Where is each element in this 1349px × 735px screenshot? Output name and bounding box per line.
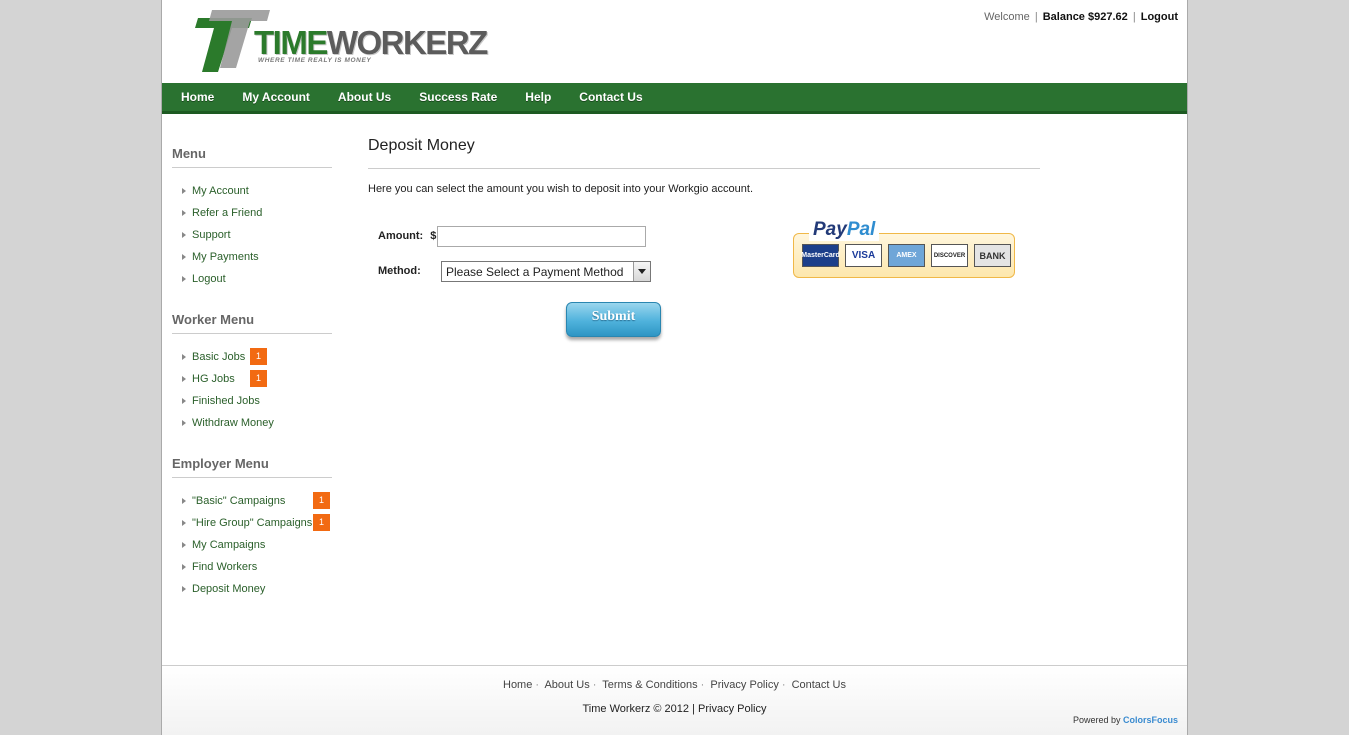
page-container: TIMEWORKERZ WHERE TIME REALY IS MONEY We… xyxy=(161,0,1188,735)
employer-item-my-campaigns[interactable]: My Campaigns xyxy=(172,534,332,556)
menu-item-support[interactable]: Support xyxy=(172,224,332,246)
count-badge: 1 xyxy=(313,514,330,531)
nav-home[interactable]: Home xyxy=(181,90,214,104)
amount-input[interactable] xyxy=(437,226,646,247)
mastercard-icon: MasterCard xyxy=(801,244,840,267)
copyright: Time Workerz © 2012 | Privacy Policy xyxy=(582,703,767,715)
nav-my-account[interactable]: My Account xyxy=(242,90,310,104)
main-content: Deposit Money Here you can select the am… xyxy=(368,137,1040,337)
worker-menu-heading: Worker Menu xyxy=(172,312,332,334)
menu-item-refer-friend[interactable]: Refer a Friend xyxy=(172,202,332,224)
menu-item-my-account[interactable]: My Account xyxy=(172,180,332,202)
worker-item-finished-jobs[interactable]: Finished Jobs xyxy=(172,390,332,412)
user-bar: Welcome | Balance $927.62 | Logout xyxy=(984,11,1178,23)
footer-link-terms[interactable]: Terms & Conditions xyxy=(602,679,697,691)
sidebar: Menu My Account Refer a Friend Support M… xyxy=(172,146,332,622)
payment-method-value: Please Select a Payment Method xyxy=(446,265,624,279)
powered-by-link[interactable]: ColorsFocus xyxy=(1123,715,1178,725)
footer-links: Home · About Us · Terms & Conditions · Priv… xyxy=(503,679,846,691)
menu-heading: Menu xyxy=(172,146,332,168)
employer-item-hire-group-campaigns[interactable]: "Hire Group" Campaigns 1 xyxy=(172,512,332,534)
powered-by: Powered by ColorsFocus xyxy=(1073,715,1178,725)
count-badge: 1 xyxy=(250,348,267,365)
payment-cards: MasterCard VISA AMEX DISCOVER BANK xyxy=(801,244,1011,267)
paypal-word-pay: Pay xyxy=(813,219,847,240)
nav-help[interactable]: Help xyxy=(525,90,551,104)
employer-item-label: "Hire Group" Campaigns xyxy=(192,517,313,529)
worker-item-basic-jobs[interactable]: Basic Jobs 1 xyxy=(172,346,332,368)
worker-item-label: HG Jobs xyxy=(192,373,235,385)
copyright-text: Time Workerz © 2012 xyxy=(582,703,690,715)
employer-item-basic-campaigns[interactable]: "Basic" Campaigns 1 xyxy=(172,490,332,512)
employer-item-label: "Basic" Campaigns xyxy=(192,495,286,507)
worker-item-hg-jobs[interactable]: HG Jobs 1 xyxy=(172,368,332,390)
menu-list: My Account Refer a Friend Support My Pay… xyxy=(172,180,332,290)
site-logo[interactable]: TIMEWORKERZ WHERE TIME REALY IS MONEY xyxy=(192,6,488,76)
method-label: Method: xyxy=(378,265,421,277)
discover-icon: DISCOVER xyxy=(931,244,968,267)
visa-icon: VISA xyxy=(845,244,882,267)
logout-link[interactable]: Logout xyxy=(1141,11,1178,23)
nav-success-rate[interactable]: Success Rate xyxy=(419,90,497,104)
employer-item-deposit-money[interactable]: Deposit Money xyxy=(172,578,332,600)
logo-word-time: TIME xyxy=(254,24,328,61)
paypal-logo: PayPal xyxy=(809,219,880,241)
bank-icon: BANK xyxy=(974,244,1011,267)
employer-menu-heading: Employer Menu xyxy=(172,456,332,478)
amount-row: Amount: $ xyxy=(378,230,436,242)
worker-item-label: Basic Jobs xyxy=(192,351,246,363)
payment-method-select[interactable]: Please Select a Payment Method xyxy=(441,261,651,282)
count-badge: 1 xyxy=(313,492,330,509)
chevron-down-icon[interactable] xyxy=(633,262,650,281)
count-badge: 1 xyxy=(250,370,267,387)
currency-symbol: $ xyxy=(430,230,437,242)
footer-link-privacy[interactable]: Privacy Policy xyxy=(710,679,778,691)
worker-menu-list: Basic Jobs 1 HG Jobs 1 Finished Jobs Withd… xyxy=(172,346,332,434)
employer-menu-list: "Basic" Campaigns 1 "Hire Group" Campaign… xyxy=(172,490,332,600)
copyright-privacy-link[interactable]: Privacy Policy xyxy=(698,703,766,715)
amount-label: Amount: xyxy=(378,230,424,242)
footer-link-contact[interactable]: Contact Us xyxy=(792,679,846,691)
welcome-text: Welcome xyxy=(984,11,1030,23)
nav-contact-us[interactable]: Contact Us xyxy=(579,90,642,104)
footer-link-home[interactable]: Home xyxy=(503,679,532,691)
balance-text: Balance $927.62 xyxy=(1042,11,1128,23)
worker-item-withdraw-money[interactable]: Withdraw Money xyxy=(172,412,332,434)
submit-button[interactable]: Submit xyxy=(566,302,661,337)
amex-icon: AMEX xyxy=(888,244,925,267)
employer-item-find-workers[interactable]: Find Workers xyxy=(172,556,332,578)
page-title: Deposit Money xyxy=(368,137,1040,169)
paypal-word-pal: Pal xyxy=(846,219,876,240)
logo-tagline: WHERE TIME REALY IS MONEY xyxy=(258,57,372,64)
footer: Home · About Us · Terms & Conditions · Priv… xyxy=(162,665,1187,735)
logo-word-workerz: WORKERZ xyxy=(326,24,488,61)
footer-link-about[interactable]: About Us xyxy=(544,679,589,691)
main-nav: Home My Account About Us Success Rate He… xyxy=(162,83,1187,114)
menu-item-logout[interactable]: Logout xyxy=(172,268,332,290)
intro-text: Here you can select the amount you wish … xyxy=(368,183,754,195)
powered-by-text: Powered by xyxy=(1072,715,1121,725)
nav-about-us[interactable]: About Us xyxy=(338,90,391,104)
menu-item-my-payments[interactable]: My Payments xyxy=(172,246,332,268)
